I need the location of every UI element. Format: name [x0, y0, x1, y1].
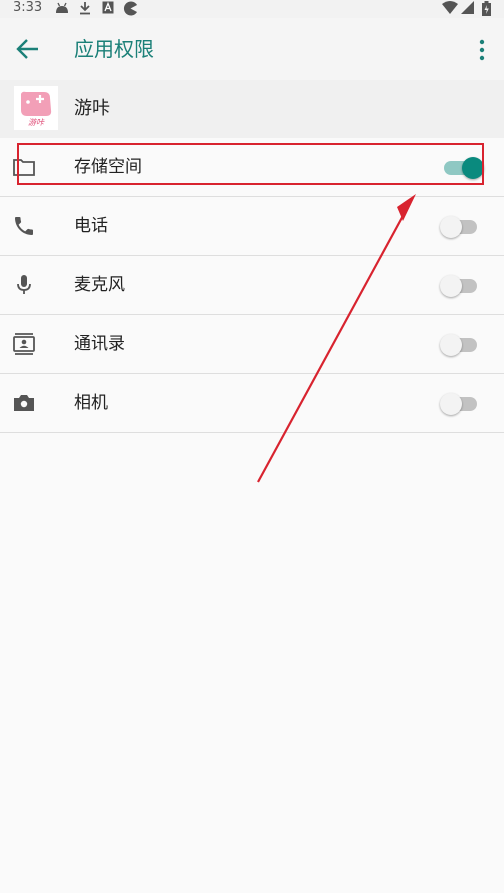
- phone-icon: [15, 217, 33, 235]
- contacts-icon: [13, 333, 35, 355]
- permission-toggle[interactable]: [440, 275, 480, 297]
- app-icon-text: 游咔: [28, 118, 45, 127]
- permission-label: 相机: [74, 393, 108, 413]
- status-time: 3:33: [13, 0, 43, 15]
- app-header: 游咔 游咔: [0, 80, 504, 138]
- permission-row-phone[interactable]: 电话: [0, 197, 504, 256]
- app-icon: 游咔: [14, 86, 58, 130]
- annotation-highlight-box: [17, 143, 484, 185]
- permission-label: 麦克风: [74, 275, 125, 295]
- page-title: 应用权限: [74, 37, 154, 61]
- permission-row-camera[interactable]: 相机: [0, 374, 504, 433]
- more-options-icon[interactable]: [474, 38, 490, 62]
- back-arrow-icon[interactable]: [14, 37, 42, 61]
- wifi-icon: [442, 1, 458, 14]
- app-bar: 应用权限: [0, 18, 504, 81]
- status-bar: 3:33: [0, 0, 504, 18]
- permission-label: 通讯录: [74, 334, 125, 354]
- permission-toggle[interactable]: [440, 334, 480, 356]
- camera-icon: [14, 395, 34, 411]
- permission-label: 电话: [74, 216, 108, 236]
- permission-toggle[interactable]: [440, 393, 480, 415]
- permission-toggle[interactable]: [440, 216, 480, 238]
- permission-row-microphone[interactable]: 麦克风: [0, 256, 504, 315]
- download-icon: [80, 2, 90, 15]
- pacman-icon: [123, 1, 137, 16]
- cellular-signal-icon: [461, 1, 474, 14]
- a-badge-icon: [102, 1, 114, 14]
- permission-row-contacts[interactable]: 通讯录: [0, 315, 504, 374]
- app-name: 游咔: [74, 98, 110, 119]
- battery-icon: [482, 1, 491, 16]
- android-icon: [56, 2, 68, 13]
- microphone-icon: [17, 275, 31, 294]
